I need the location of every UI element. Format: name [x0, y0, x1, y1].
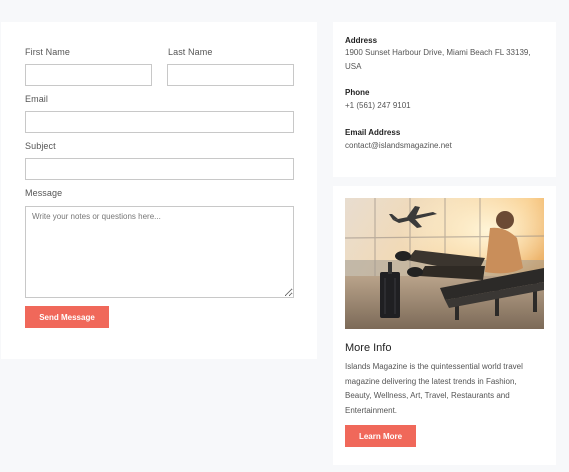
email-field[interactable]	[25, 111, 294, 133]
last-name-field[interactable]	[167, 64, 294, 86]
subject-field[interactable]	[25, 158, 294, 180]
address-heading: Address	[345, 36, 378, 45]
email-address-text: contact@islandsmagazine.net	[345, 141, 452, 150]
email-label: Email	[25, 94, 49, 104]
email-address-heading: Email Address	[345, 128, 401, 137]
first-name-label: First Name	[25, 47, 71, 57]
send-message-button[interactable]: Send Message	[25, 306, 109, 328]
learn-more-button[interactable]: Learn More	[345, 425, 416, 447]
last-name-label: Last Name	[168, 47, 213, 57]
phone-text: +1 (561) 247 9101	[345, 101, 411, 110]
more-info-title: More Info	[345, 342, 392, 354]
phone-heading: Phone	[345, 88, 370, 97]
message-textarea[interactable]	[25, 206, 294, 298]
contact-details-card: Address 1900 Sunset Harbour Drive, Miami…	[333, 22, 556, 177]
contact-form: First Name Last Name Email Subject Messa…	[1, 22, 317, 359]
contact-page: First Name Last Name Email Subject Messa…	[0, 0, 569, 472]
airport-traveler-photo	[345, 198, 544, 329]
subject-label: Subject	[25, 141, 56, 151]
address-text: 1900 Sunset Harbour Drive, Miami Beach F…	[345, 48, 531, 71]
first-name-field[interactable]	[25, 64, 152, 86]
message-label: Message	[25, 188, 63, 198]
more-info-card: More Info Islands Magazine is the quinte…	[333, 186, 556, 465]
more-info-description: Islands Magazine is the quintessential w…	[345, 362, 523, 415]
